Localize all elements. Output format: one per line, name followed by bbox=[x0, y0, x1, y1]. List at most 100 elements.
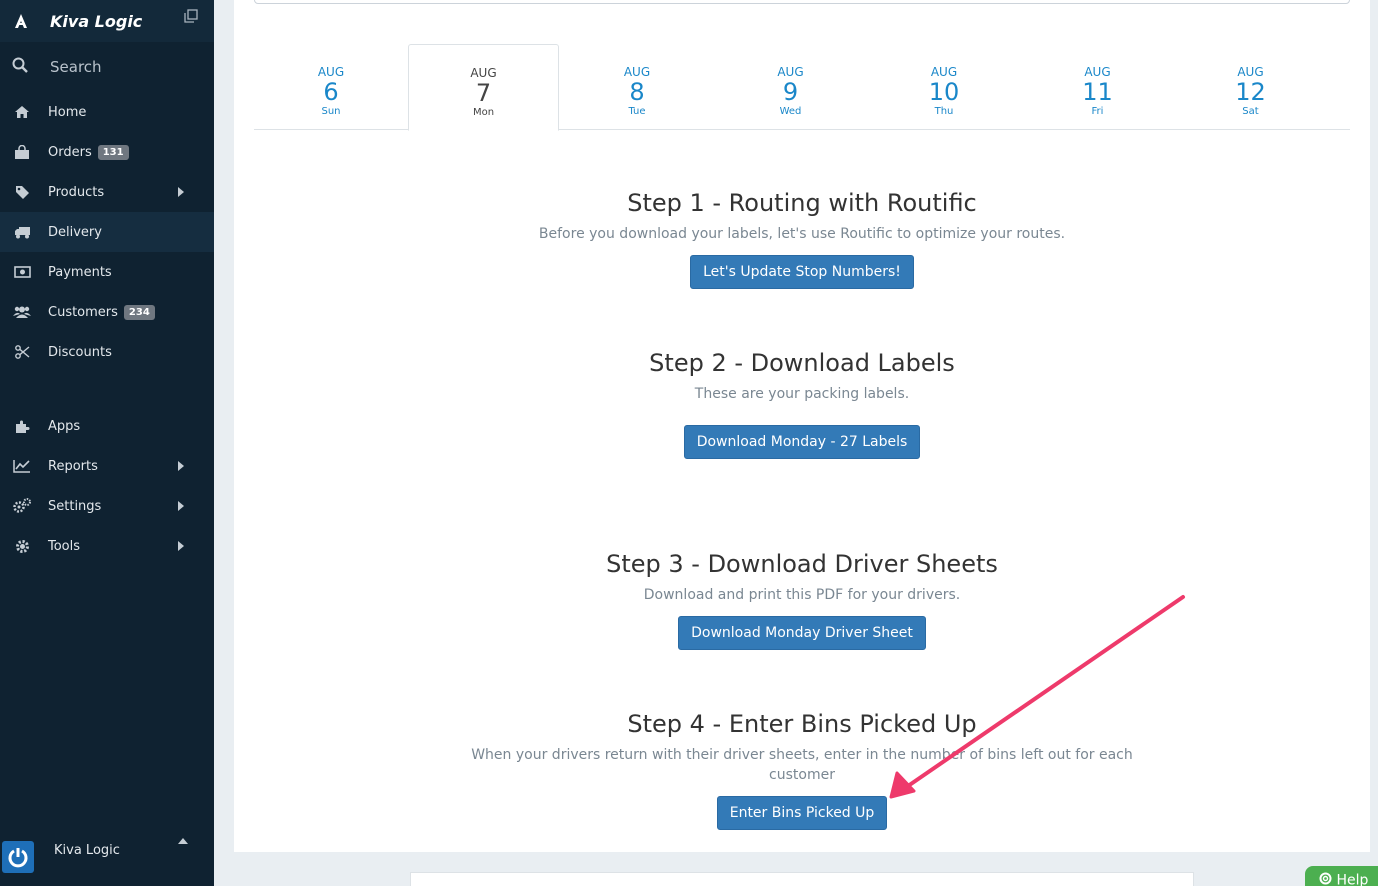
sidebar-item-label: Products bbox=[48, 184, 105, 200]
cog-icon bbox=[13, 538, 31, 554]
step-description: Before you download your labels, let's u… bbox=[538, 226, 1066, 242]
kiva-logo-icon bbox=[12, 12, 30, 30]
scissors-icon bbox=[13, 344, 31, 360]
shopping-bag-icon bbox=[13, 144, 31, 160]
caret-right-icon bbox=[178, 461, 184, 471]
sidebar-item-reports[interactable]: Reports bbox=[0, 446, 214, 486]
day-number: 6 bbox=[323, 78, 339, 106]
caret-right-icon bbox=[178, 501, 184, 511]
help-button[interactable]: Help bbox=[1305, 866, 1378, 886]
search-label: Search bbox=[50, 58, 102, 76]
download-driver-sheet-button[interactable]: Download Monday Driver Sheet bbox=[678, 616, 926, 650]
day-number: 9 bbox=[782, 78, 799, 106]
day-month: AUG bbox=[317, 65, 345, 79]
sidebar-item-label: Home bbox=[48, 104, 87, 120]
update-stop-numbers-button[interactable]: Let's Update Stop Numbers! bbox=[690, 255, 914, 289]
caret-right-icon bbox=[178, 187, 184, 197]
caret-right-icon bbox=[178, 541, 184, 551]
sidebar-item-apps[interactable]: Apps bbox=[0, 406, 214, 446]
puzzle-icon bbox=[13, 418, 31, 434]
day-number: 7 bbox=[475, 79, 492, 107]
day-number: 11 bbox=[1082, 78, 1113, 106]
sidebar-item-products[interactable]: Products bbox=[0, 172, 214, 212]
money-icon bbox=[13, 264, 31, 280]
sidebar-account[interactable]: Kiva Logic bbox=[0, 820, 214, 886]
sidebar-search[interactable]: Search bbox=[0, 42, 214, 92]
sidebar-item-label: Reports bbox=[48, 458, 98, 474]
help-label: Help bbox=[1336, 872, 1369, 886]
step-description: These are your packing labels. bbox=[694, 386, 910, 402]
tab-day-aug-10[interactable]: AUG 10 Thu bbox=[867, 44, 1021, 130]
step-description: When your drivers return with their driv… bbox=[471, 747, 1133, 783]
day-month: AUG bbox=[1084, 65, 1111, 79]
sidebar-item-label: Delivery bbox=[48, 224, 102, 240]
step-download-labels: Step 2 - Download Labels These are your … bbox=[234, 348, 1370, 459]
tab-day-aug-11[interactable]: AUG 11 Fri bbox=[1021, 44, 1174, 130]
step-routing: Step 1 - Routing with Routific Before yo… bbox=[234, 188, 1370, 289]
delivery-panel: AUG 6 Sun AUG 7 Mon AUG 8 Tue AUG 9 Wed … bbox=[234, 0, 1370, 852]
download-labels-button[interactable]: Download Monday - 27 Labels bbox=[683, 425, 921, 459]
truck-icon bbox=[13, 224, 31, 240]
sidebar-item-discounts[interactable]: Discounts bbox=[0, 332, 214, 372]
day-weekday: Wed bbox=[779, 106, 802, 117]
sidebar-item-settings[interactable]: Settings bbox=[0, 486, 214, 526]
search-icon bbox=[12, 57, 28, 77]
lifebuoy-icon bbox=[1319, 872, 1332, 886]
tab-day-aug-12[interactable]: AUG 12 Sat bbox=[1174, 44, 1327, 130]
sidebar-item-orders[interactable]: Orders 131 bbox=[0, 132, 214, 172]
users-icon bbox=[13, 304, 31, 320]
day-month: AUG bbox=[930, 65, 958, 79]
day-month: AUG bbox=[470, 66, 497, 80]
step-title: Step 4 - Enter Bins Picked Up bbox=[627, 710, 977, 738]
day-month: AUG bbox=[623, 65, 651, 79]
customers-count-badge: 234 bbox=[123, 304, 155, 320]
step-title: Step 2 - Download Labels bbox=[649, 349, 955, 377]
sidebar-item-payments[interactable]: Payments bbox=[0, 252, 214, 292]
day-weekday: Fri bbox=[1091, 106, 1104, 117]
step-title: Step 3 - Download Driver Sheets bbox=[606, 550, 998, 578]
day-month: AUG bbox=[1237, 65, 1264, 79]
day-tabs: AUG 6 Sun AUG 7 Mon AUG 8 Tue AUG 9 Wed … bbox=[254, 44, 1350, 131]
top-field[interactable] bbox=[254, 0, 1350, 4]
sidebar-item-label: Orders bbox=[48, 144, 92, 160]
tag-icon bbox=[13, 184, 31, 200]
day-weekday: Mon bbox=[472, 107, 495, 118]
home-icon bbox=[13, 104, 31, 120]
sidebar-item-label: Tools bbox=[48, 538, 81, 554]
tab-day-aug-8[interactable]: AUG 8 Tue bbox=[560, 44, 714, 130]
sidebar-item-home[interactable]: Home bbox=[0, 92, 214, 132]
power-avatar-icon bbox=[2, 841, 34, 873]
sidebar-item-label: Customers bbox=[48, 304, 118, 320]
account-name: Kiva Logic bbox=[54, 842, 120, 858]
caret-up-icon[interactable] bbox=[178, 838, 188, 844]
step-driver-sheets: Step 3 - Download Driver Sheets Download… bbox=[234, 549, 1370, 650]
day-number: 12 bbox=[1235, 78, 1266, 106]
tab-day-aug-7[interactable]: AUG 7 Mon bbox=[408, 44, 559, 131]
sidebar-item-label: Settings bbox=[48, 498, 102, 514]
sidebar-item-label: Apps bbox=[48, 418, 81, 434]
day-weekday: Sat bbox=[1242, 106, 1259, 117]
day-weekday: Thu bbox=[934, 106, 954, 117]
step-bins-picked-up: Step 4 - Enter Bins Picked Up When your … bbox=[234, 709, 1370, 830]
tab-day-aug-9[interactable]: AUG 9 Wed bbox=[714, 44, 867, 130]
gears-icon bbox=[13, 498, 31, 514]
day-number: 8 bbox=[629, 78, 645, 106]
line-chart-icon bbox=[13, 458, 31, 474]
sidebar-item-tools[interactable]: Tools bbox=[0, 526, 214, 566]
sidebar-item-delivery[interactable]: Delivery bbox=[0, 212, 214, 252]
sidebar-item-label: Payments bbox=[48, 264, 112, 280]
sidebar-item-customers[interactable]: Customers 234 bbox=[0, 292, 214, 332]
enter-bins-picked-up-button[interactable]: Enter Bins Picked Up bbox=[716, 796, 888, 830]
sidebar: Kiva Logic Search Home Orders 131 Produc… bbox=[0, 0, 214, 886]
brand-header[interactable]: Kiva Logic bbox=[0, 0, 214, 42]
copy-icon[interactable] bbox=[184, 8, 198, 23]
tab-day-aug-6[interactable]: AUG 6 Sun bbox=[254, 44, 408, 130]
sidebar-item-label: Discounts bbox=[48, 344, 112, 360]
day-number: 10 bbox=[928, 78, 960, 106]
day-weekday: Tue bbox=[628, 106, 646, 117]
step-description: Download and print this PDF for your dri… bbox=[643, 587, 961, 603]
step-title: Step 1 - Routing with Routific bbox=[627, 189, 977, 217]
next-panel bbox=[410, 872, 1194, 886]
orders-count-badge: 131 bbox=[97, 144, 129, 160]
